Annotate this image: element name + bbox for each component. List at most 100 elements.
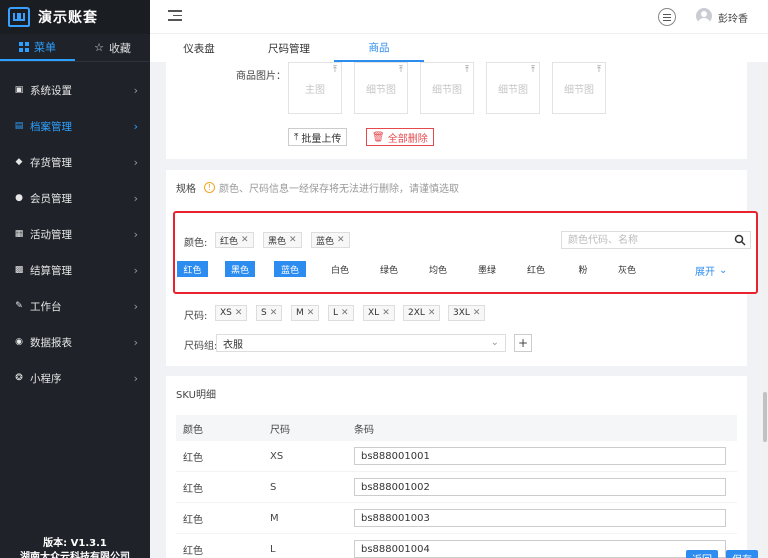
close-icon[interactable]: ✕ bbox=[235, 308, 243, 318]
chevron-right-icon: › bbox=[133, 155, 138, 169]
sidebar-item-system-settings[interactable]: ▣ 系统设置 › bbox=[0, 72, 150, 108]
size-tag: S ✕ bbox=[256, 305, 283, 321]
sidebar-item-inventory[interactable]: ◆ 存货管理 › bbox=[0, 144, 150, 180]
tab-favorites-label: 收藏 bbox=[108, 41, 131, 55]
upload-detail-image[interactable]: ⤒ 细节图 bbox=[354, 62, 408, 114]
color-option[interactable]: 粉 bbox=[571, 261, 595, 277]
size-group-select[interactable]: 衣服 ⌄ bbox=[216, 334, 506, 352]
avatar[interactable] bbox=[696, 8, 712, 24]
scrollbar[interactable] bbox=[762, 62, 768, 558]
size-tag: XS ✕ bbox=[215, 305, 248, 321]
upload-slot-label: 细节图 bbox=[564, 85, 594, 96]
close-icon[interactable]: ✕ bbox=[382, 308, 390, 318]
sidebar-item-settlement[interactable]: ▩ 结算管理 › bbox=[0, 252, 150, 288]
upload-detail-image[interactable]: ⤒ 细节图 bbox=[420, 62, 474, 114]
sidebar-item-archive[interactable]: ▤ 档案管理 › bbox=[0, 108, 150, 144]
report-icon: ◉ bbox=[15, 337, 23, 347]
upload-main-image[interactable]: ⤒ 主图 bbox=[288, 62, 342, 114]
sidebar-item-activity[interactable]: ▦ 活动管理 › bbox=[0, 216, 150, 252]
chevron-right-icon: › bbox=[133, 227, 138, 241]
sidebar-item-report[interactable]: ◉ 数据报表 › bbox=[0, 324, 150, 360]
barcode-input[interactable]: bs888001004 bbox=[354, 540, 726, 558]
color-option[interactable]: 蓝色 bbox=[274, 261, 306, 277]
upload-icon: ⤒ bbox=[465, 65, 469, 75]
tag-label: M bbox=[296, 308, 304, 318]
tag-label: S bbox=[261, 308, 267, 318]
color-option[interactable]: 黑色 bbox=[225, 261, 255, 277]
add-size-group-button[interactable]: + bbox=[514, 334, 532, 352]
product-images-card: 商品图片： ⤒ 主图 ⤒ 细节图 ⤒ 细节图 ⤒ 细节图 ⤒ 细节图 ⤒ 批量上传 🗑 全部删… bbox=[166, 62, 747, 159]
sku-title: SKU明细 bbox=[176, 390, 216, 401]
chevron-right-icon: › bbox=[133, 119, 138, 133]
upload-detail-image[interactable]: ⤒ 细节图 bbox=[552, 62, 606, 114]
upload-detail-image[interactable]: ⤒ 细节图 bbox=[486, 62, 540, 114]
username[interactable]: 彭玲香 bbox=[718, 10, 748, 25]
column-header-barcode: 条码 bbox=[354, 424, 374, 436]
size-tag: 2XL ✕ bbox=[403, 305, 441, 321]
product-images-label: 商品图片： bbox=[236, 71, 286, 82]
expand-button[interactable]: 展开 ⌄ bbox=[695, 263, 727, 278]
tab-product[interactable]: 商品 bbox=[334, 34, 424, 62]
tab-favorites[interactable]: ☆ 收藏 bbox=[75, 34, 150, 61]
batch-upload-button[interactable]: ⤒ 批量上传 bbox=[288, 128, 348, 146]
close-icon[interactable]: ✕ bbox=[241, 235, 249, 245]
more-menu-icon[interactable] bbox=[658, 8, 676, 26]
tab-menu-label: 菜单 bbox=[34, 40, 56, 54]
close-icon[interactable]: ✕ bbox=[337, 235, 345, 245]
upload-slot-label: 主图 bbox=[305, 85, 325, 96]
table-header: 颜色 尺码 条码 bbox=[176, 415, 737, 441]
column-header-color: 颜色 bbox=[183, 424, 203, 436]
tag-label: 2XL bbox=[408, 308, 425, 318]
color-option[interactable]: 红色 bbox=[177, 261, 208, 277]
color-option[interactable]: 灰色 bbox=[612, 261, 642, 277]
cell-size: M bbox=[270, 512, 279, 524]
color-option[interactable]: 白色 bbox=[325, 261, 355, 277]
top-header: 彭玲香 bbox=[150, 0, 768, 34]
color-option[interactable]: 均色 bbox=[423, 261, 453, 277]
table-row: 红色 XS bs888001001 bbox=[176, 441, 737, 472]
color-option[interactable]: 红色 bbox=[521, 261, 551, 277]
close-icon[interactable]: ✕ bbox=[289, 235, 297, 245]
cell-size: S bbox=[270, 481, 277, 493]
close-icon[interactable]: ✕ bbox=[473, 308, 481, 318]
tab-size-management[interactable]: 尺码管理 bbox=[244, 34, 334, 62]
back-button[interactable]: 返回 bbox=[686, 550, 718, 558]
barcode-input[interactable]: bs888001001 bbox=[354, 447, 726, 465]
size-label: 尺码: bbox=[184, 311, 208, 322]
plus-icon: + bbox=[517, 336, 529, 350]
sidebar-item-workbench[interactable]: ✎ 工作台 › bbox=[0, 288, 150, 324]
sidebar-menu: ▣ 系统设置 › ▤ 档案管理 › ◆ 存货管理 › ● 会员管理 › ▦ 活动管理 › ▩ 结算管理… bbox=[0, 62, 150, 396]
color-option[interactable]: 墨绿 bbox=[472, 261, 502, 277]
close-icon[interactable]: ✕ bbox=[341, 308, 349, 318]
activity-icon: ▦ bbox=[14, 229, 24, 239]
delete-all-button[interactable]: 🗑 全部删除 bbox=[366, 128, 434, 146]
collapse-menu-icon[interactable] bbox=[168, 10, 182, 22]
tag-label: XS bbox=[220, 308, 232, 318]
search-icon[interactable] bbox=[734, 234, 746, 246]
sidebar-item-member[interactable]: ● 会员管理 › bbox=[0, 180, 150, 216]
size-tag: L ✕ bbox=[328, 305, 354, 321]
tab-menu[interactable]: 菜单 bbox=[0, 34, 75, 61]
delete-all-label: 全部删除 bbox=[387, 133, 428, 145]
scrollbar-thumb[interactable] bbox=[763, 392, 767, 442]
tab-dashboard[interactable]: 仪表盘 bbox=[154, 34, 244, 62]
chevron-right-icon: › bbox=[133, 335, 138, 349]
barcode-input[interactable]: bs888001002 bbox=[354, 478, 726, 496]
barcode-input[interactable]: bs888001003 bbox=[354, 509, 726, 527]
close-icon[interactable]: ✕ bbox=[428, 308, 436, 318]
sidebar-item-label: 小程序 bbox=[30, 372, 62, 385]
close-icon[interactable]: ✕ bbox=[270, 308, 278, 318]
sidebar-item-label: 存货管理 bbox=[30, 156, 72, 169]
logo-icon bbox=[8, 7, 30, 27]
color-option[interactable]: 绿色 bbox=[374, 261, 404, 277]
save-button[interactable]: 保存 bbox=[726, 550, 758, 558]
inventory-icon: ◆ bbox=[15, 157, 23, 167]
sidebar-item-label: 结算管理 bbox=[30, 264, 72, 277]
cell-color: 红色 bbox=[183, 545, 203, 557]
tag-label: 3XL bbox=[453, 308, 470, 318]
color-search-input[interactable] bbox=[562, 232, 722, 248]
close-icon[interactable]: ✕ bbox=[307, 308, 315, 318]
table-row: 红色 L bs888001004 bbox=[176, 534, 737, 558]
tag-label: L bbox=[333, 308, 339, 318]
sidebar-item-miniapp[interactable]: ❂ 小程序 › bbox=[0, 360, 150, 396]
